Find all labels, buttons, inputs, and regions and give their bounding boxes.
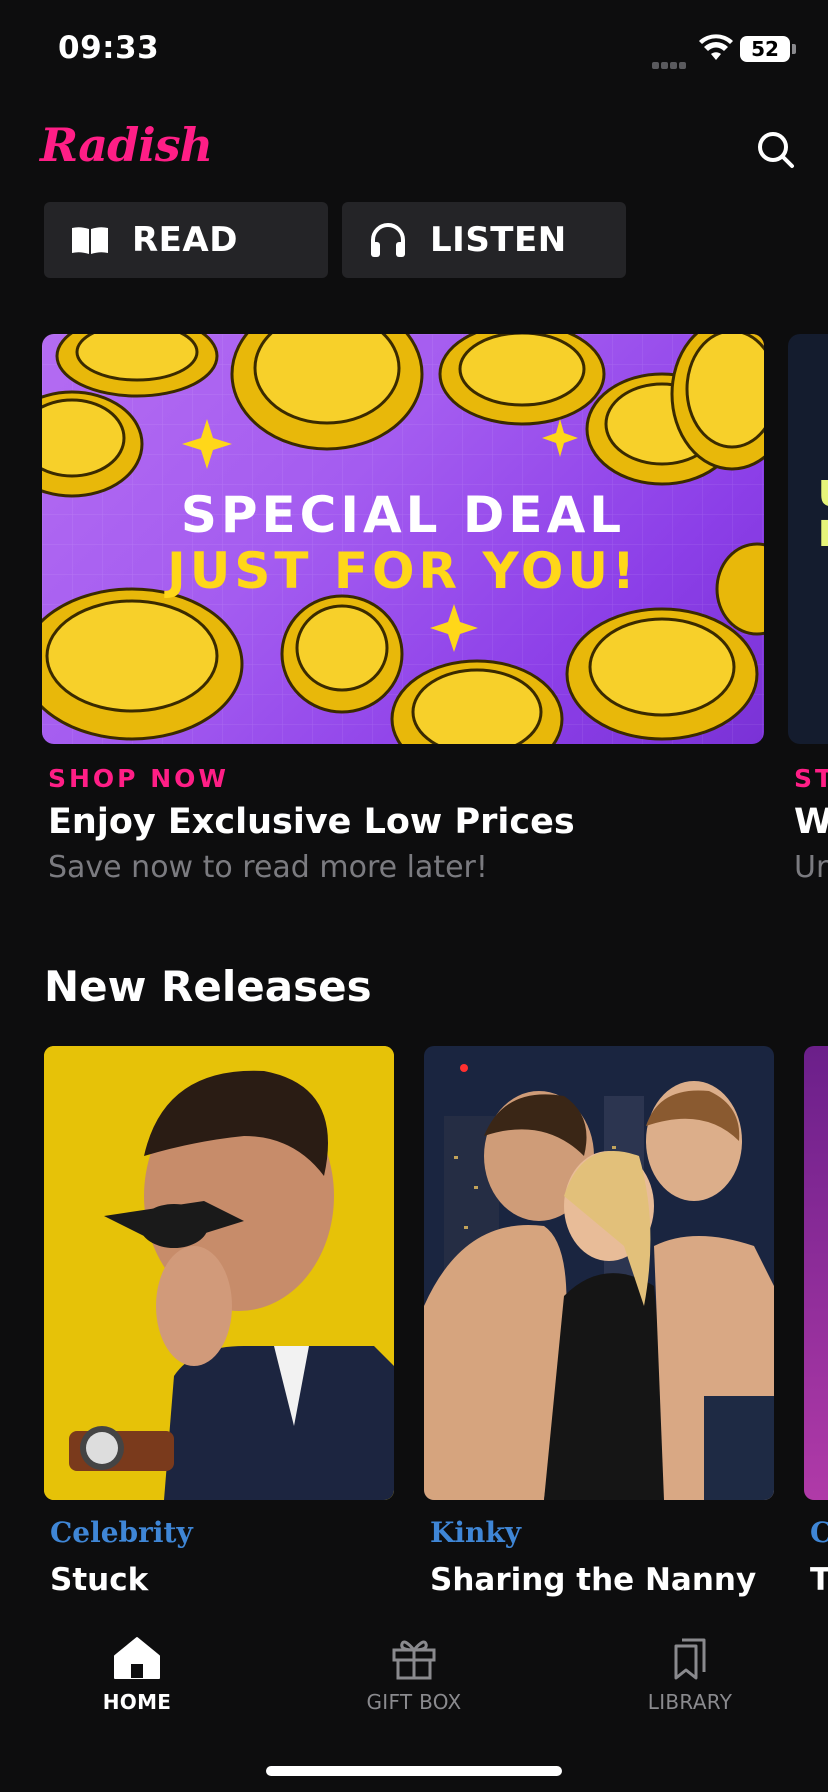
promo-subtitle: Save now to read more later! xyxy=(48,850,488,885)
bookmarks-icon xyxy=(674,1638,706,1680)
next-banner-peek[interactable]: U I xyxy=(788,334,828,744)
peek-kicker: ST xyxy=(794,764,828,793)
peek-subtitle: Ur xyxy=(794,850,828,885)
status-bar: 09:33 52 xyxy=(0,0,828,100)
read-label: READ xyxy=(132,220,238,260)
battery-icon: 52 xyxy=(740,36,790,62)
home-indicator xyxy=(266,1766,562,1776)
book-genre: C xyxy=(810,1516,828,1549)
tab-gift-box-label: GIFT BOX xyxy=(366,1690,462,1714)
tab-gift-box[interactable]: GIFT BOX xyxy=(324,1636,504,1714)
battery-tip xyxy=(792,44,796,54)
book-cover-image[interactable] xyxy=(804,1046,828,1500)
book-title[interactable]: Stuck xyxy=(50,1562,148,1598)
tab-home-label: HOME xyxy=(102,1690,172,1714)
book-cover-image[interactable] xyxy=(424,1046,774,1500)
tab-library-label: LIBRARY xyxy=(647,1690,733,1714)
cellular-signal-icon xyxy=(652,54,690,69)
book-title[interactable]: Sharing the Nanny xyxy=(430,1562,756,1598)
tab-home[interactable]: HOME xyxy=(47,1636,227,1714)
book-genre: Kinky xyxy=(430,1516,521,1549)
listen-label: LISTEN xyxy=(430,220,567,260)
status-time: 09:33 xyxy=(58,30,160,66)
book-card[interactable]: Celebrity Stuck xyxy=(44,1046,394,1598)
promo-banner[interactable]: SPECIAL DEAL JUST FOR YOU! xyxy=(42,334,764,744)
book-open-icon xyxy=(72,227,108,254)
tab-library[interactable]: LIBRARY xyxy=(600,1636,780,1714)
book-cover-image[interactable] xyxy=(44,1046,394,1500)
promo-title[interactable]: Enjoy Exclusive Low Prices xyxy=(48,802,575,842)
book-card[interactable]: Kinky Sharing the Nanny xyxy=(424,1046,774,1598)
book-card[interactable]: C T xyxy=(804,1046,828,1626)
read-button[interactable]: READ xyxy=(44,202,328,278)
gift-icon xyxy=(392,1640,436,1680)
listen-button[interactable]: LISTEN xyxy=(342,202,626,278)
book-title[interactable]: T xyxy=(810,1562,828,1598)
peek-title: W xyxy=(794,802,828,842)
app-logo: Radish xyxy=(40,118,213,172)
book-genre: Celebrity xyxy=(50,1516,193,1549)
search-icon[interactable] xyxy=(754,128,798,172)
banner-subheadline: JUST FOR YOU! xyxy=(167,542,639,600)
section-title-new-releases: New Releases xyxy=(44,962,372,1011)
battery-level: 52 xyxy=(751,37,779,61)
home-icon xyxy=(114,1637,160,1679)
promo-kicker: SHOP NOW xyxy=(48,764,229,793)
wifi-icon xyxy=(698,34,734,62)
headphones-icon xyxy=(371,223,405,257)
banner-headline: SPECIAL DEAL xyxy=(180,486,626,544)
